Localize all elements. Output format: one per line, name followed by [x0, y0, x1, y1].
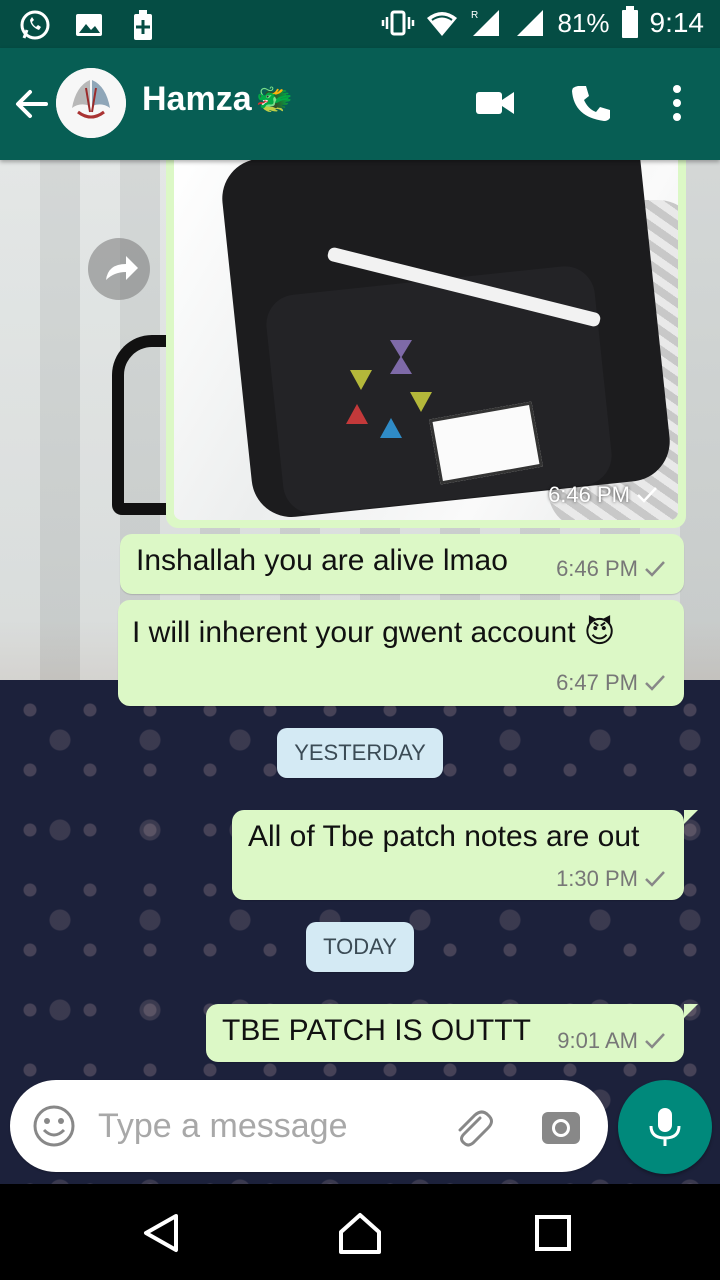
message-meta: 6:46 PM: [548, 482, 658, 508]
signal-roaming-icon: R: [471, 10, 500, 36]
nav-home-icon[interactable]: [337, 1210, 383, 1256]
nav-back-icon[interactable]: [138, 1210, 184, 1256]
date-separator: YESTERDAY: [277, 728, 443, 778]
status-bar: R 81% 9:14: [0, 0, 720, 48]
sent-check-icon: [637, 487, 657, 503]
more-options-icon[interactable]: [654, 80, 700, 126]
message-time: 6:47 PM: [556, 670, 638, 695]
forward-button[interactable]: [88, 238, 150, 300]
vibrate-icon: [382, 10, 415, 36]
message-composer[interactable]: Type a message: [10, 1080, 608, 1172]
message-time: 9:01 AM: [557, 1028, 638, 1053]
message-meta: 1:30 PM: [556, 866, 666, 892]
date-separator: TODAY: [306, 922, 414, 972]
back-arrow-icon[interactable]: [12, 84, 52, 124]
emoji-icon[interactable]: [32, 1104, 76, 1148]
text-message[interactable]: All of Tbe patch notes are out 1:30 PM: [232, 810, 698, 900]
dragon-emoji: 🐲: [255, 83, 293, 116]
text-message[interactable]: TBE PATCH IS OUTTT 9:01 AM: [206, 1004, 698, 1062]
signal-icon: [517, 10, 544, 36]
microphone-icon: [649, 1108, 681, 1146]
avatar[interactable]: [56, 68, 126, 138]
message-photo[interactable]: 6:46 PM: [174, 160, 678, 520]
message-text: TBE PATCH IS OUTTT: [222, 1014, 531, 1047]
message-time: 6:46 PM: [556, 556, 638, 581]
battery-percent: 81%: [557, 7, 610, 38]
text-message[interactable]: I will inherent your gwent account 😈 6:4…: [118, 600, 684, 706]
date-label: TODAY: [323, 934, 397, 959]
message-meta: 9:01 AM: [557, 1028, 666, 1054]
gallery-icon: [76, 14, 102, 36]
message-meta: 6:47 PM: [556, 670, 666, 696]
forward-arrow-icon: [106, 256, 138, 280]
wings-emblem-icon: [56, 68, 126, 138]
message-input[interactable]: Type a message: [98, 1107, 347, 1146]
message-meta: 6:46 PM: [556, 556, 666, 582]
battery-icon: [621, 6, 638, 38]
voice-message-button[interactable]: [618, 1080, 712, 1174]
camera-icon[interactable]: [538, 1104, 584, 1150]
text-message[interactable]: Inshallah you are alive lmao 6:46 PM: [120, 534, 684, 594]
navigation-bar: [0, 1184, 720, 1280]
chat-area[interactable]: 6:46 PM Inshallah you are alive lmao 6:4…: [0, 160, 720, 1184]
chat-header: Hamza 🐲: [0, 48, 720, 160]
contact-title[interactable]: Hamza 🐲: [142, 80, 293, 119]
sent-check-icon: [645, 675, 665, 691]
date-label: YESTERDAY: [294, 740, 426, 765]
wifi-icon: [427, 12, 458, 36]
sent-check-icon: [645, 1033, 665, 1049]
message-time: 1:30 PM: [556, 866, 638, 891]
attach-icon[interactable]: [450, 1104, 496, 1150]
video-call-icon[interactable]: [472, 80, 518, 126]
image-message[interactable]: 6:46 PM: [166, 160, 686, 528]
contact-name: Hamza: [142, 80, 252, 118]
sent-check-icon: [645, 561, 665, 577]
phone-icon[interactable]: [568, 80, 614, 126]
message-text: I will inherent your gwent account 😈: [132, 616, 616, 649]
message-text: Inshallah you are alive lmao: [136, 544, 508, 577]
battery-plus-icon: [134, 10, 152, 40]
sent-check-icon: [645, 871, 665, 887]
message-text: All of Tbe patch notes are out: [248, 820, 640, 853]
whatsapp-icon: [20, 10, 50, 40]
clock: 9:14: [649, 7, 705, 38]
svg-text:R: R: [471, 10, 478, 21]
message-time: 6:46 PM: [548, 482, 630, 507]
nav-recents-icon[interactable]: [530, 1210, 576, 1256]
